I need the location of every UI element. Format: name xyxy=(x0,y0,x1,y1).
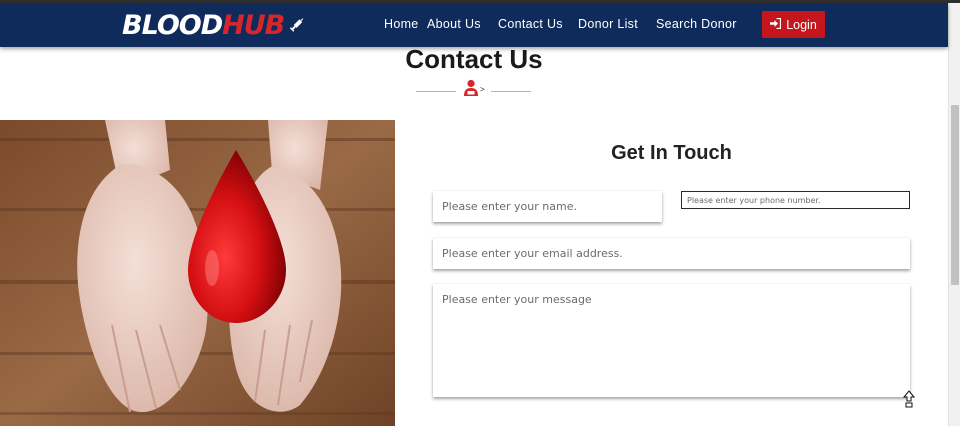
divider-arrow: > xyxy=(480,85,485,94)
login-label: Login xyxy=(786,17,817,32)
title-divider-right xyxy=(491,91,531,92)
form-title: Get In Touch xyxy=(611,142,732,164)
phone-field[interactable] xyxy=(681,191,910,209)
brand-logo[interactable]: BLOOD HUB xyxy=(122,7,306,43)
email-field[interactable] xyxy=(433,238,910,269)
nav-about-us[interactable]: About Us xyxy=(427,17,481,31)
message-field[interactable] xyxy=(433,284,910,397)
sign-in-icon xyxy=(770,17,782,32)
syringe-icon xyxy=(290,17,306,33)
title-divider-left xyxy=(416,91,456,92)
blood-donor-icon xyxy=(462,79,480,97)
nav-contact-us[interactable]: Contact Us xyxy=(498,17,563,31)
blood-drop-hands-image xyxy=(0,120,395,426)
page-title: Contact Us xyxy=(405,44,543,74)
nav-search-donor[interactable]: Search Donor xyxy=(656,17,737,31)
name-field[interactable] xyxy=(433,191,662,222)
brand-blood-text: BLOOD xyxy=(122,9,223,41)
nav-home[interactable]: Home xyxy=(384,17,419,31)
scrollbar-thumb[interactable] xyxy=(951,105,959,285)
page-scrollbar[interactable] xyxy=(948,3,960,426)
login-button[interactable]: Login xyxy=(762,11,825,38)
brand-hub-text: HUB xyxy=(222,9,285,41)
resize-cursor-icon xyxy=(902,390,916,408)
navbar: BLOOD HUB Home About Us Contact Us Donor … xyxy=(0,3,948,47)
nav-donor-list[interactable]: Donor List xyxy=(578,17,638,31)
